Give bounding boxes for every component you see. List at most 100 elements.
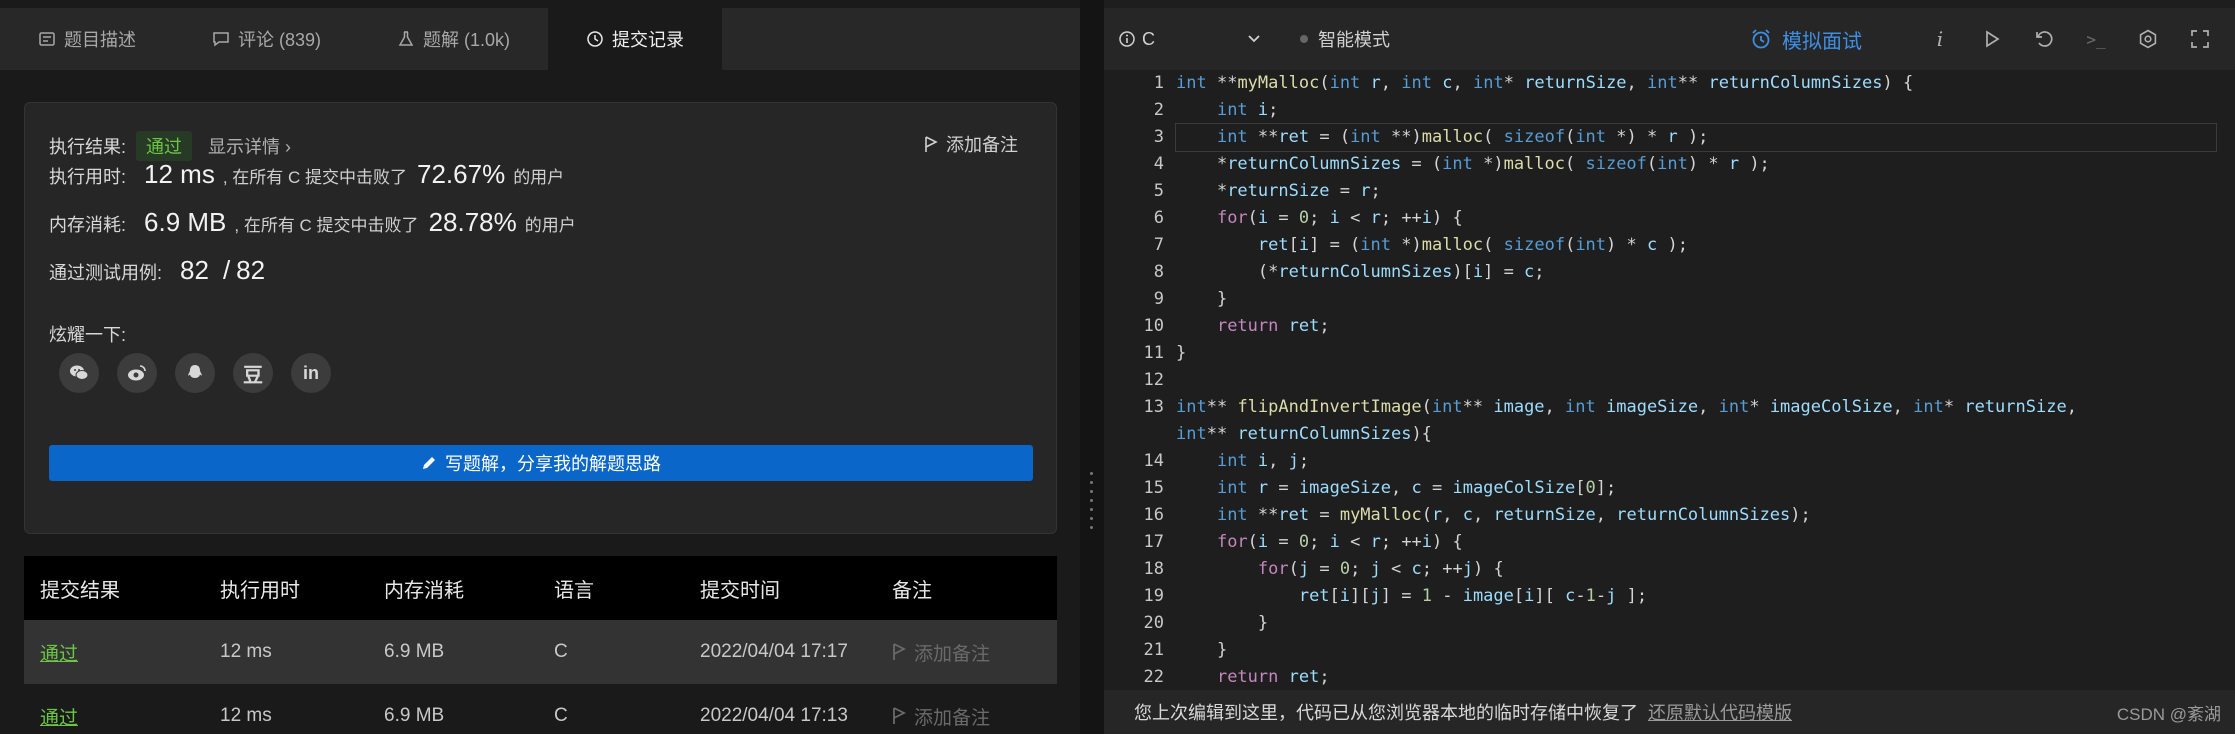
testcases-passed: 82 [180, 255, 209, 285]
code-line[interactable]: int i, j; [1176, 448, 2226, 475]
line-number: 8 [1153, 262, 1164, 282]
share-row-label: 炫耀一下: [49, 321, 126, 347]
info-circle-icon [1119, 31, 1135, 47]
col-language: 语言 [554, 579, 594, 602]
share-linkedin-button[interactable]: in [291, 353, 331, 393]
restore-default-link[interactable]: 还原默认代码模版 [1648, 699, 1792, 725]
col-memory: 内存消耗 [384, 579, 464, 602]
show-details-link[interactable]: 显示详情 › [208, 133, 291, 159]
line-number: 15 [1143, 478, 1164, 498]
panel-splitter[interactable] [1080, 0, 1104, 734]
share-weibo-button[interactable] [117, 353, 157, 393]
linkedin-icon: in [303, 362, 319, 383]
code-line[interactable]: (*returnColumnSizes)[i] = c; [1176, 259, 2226, 286]
line-number: 1 [1153, 73, 1164, 93]
fullscreen-icon [2191, 30, 2209, 48]
code-lines[interactable]: int **myMalloc(int r, int c, int* return… [1175, 70, 2226, 690]
console-icon: >_ [2086, 29, 2106, 49]
console-button[interactable]: >_ [2070, 8, 2122, 70]
flag-icon [893, 643, 906, 660]
table-row[interactable]: 通过 12 ms 6.9 MB C 2022/04/04 17:13 添加备注 [24, 684, 1057, 734]
description-icon [39, 32, 55, 46]
code-line[interactable]: int **myMalloc(int r, int c, int* return… [1176, 70, 2226, 97]
smart-mode-label: 智能模式 [1318, 30, 1390, 50]
row-language: C [554, 705, 568, 726]
row-add-note-button[interactable]: 添加备注 [892, 703, 1057, 730]
result-link[interactable]: 通过 [40, 644, 78, 665]
testcases-total: 82 [236, 255, 266, 285]
row-note-label: 添加备注 [914, 707, 991, 729]
row-runtime: 12 ms [220, 705, 272, 726]
code-line[interactable]: for(j = 0; j < c; ++j) { [1176, 556, 2226, 583]
left-panel: 题目描述 评论 (839) 题解 (1.0k) 提交记录 执行结果: 通过 显示… [0, 0, 1080, 734]
editor-panel: C 智能模式 模拟面试 i >_ 1 2 3 4 5 6 7 8 9 10 11 12 13 14 15 16… [1104, 0, 2235, 734]
chevron-right-icon: › [285, 137, 292, 157]
code-line[interactable]: *returnColumnSizes = (int *)malloc( size… [1176, 151, 2226, 178]
runtime-label: 执行用时: [49, 167, 127, 187]
code-line[interactable]: ret[i] = (int *)malloc( sizeof(int) * c … [1176, 232, 2226, 259]
code-line[interactable] [1176, 367, 2226, 394]
line-number [1104, 421, 1164, 448]
code-line[interactable]: } [1176, 286, 2226, 313]
add-note-button[interactable]: 添加备注 [924, 131, 1018, 157]
info-icon: i [1936, 27, 1944, 51]
row-add-note-button[interactable]: 添加备注 [892, 639, 1057, 666]
code-editor[interactable]: 1 2 3 4 5 6 7 8 9 10 11 12 13 14 15 16 17 18 19 20 21 22 int … [1104, 70, 2235, 690]
code-line[interactable]: } [1176, 340, 2226, 367]
code-line[interactable]: return ret; [1176, 664, 2226, 690]
code-line[interactable]: for(i = 0; i < r; ++i) { [1176, 529, 2226, 556]
memory-percentile: 28.78% [428, 207, 517, 237]
tab-submissions[interactable]: 提交记录 [548, 8, 723, 70]
code-line[interactable]: *returnSize = r; [1176, 178, 2226, 205]
language-value: C [1142, 28, 1155, 49]
settings-button[interactable] [2122, 8, 2174, 70]
write-solution-button[interactable]: 写题解，分享我的解题思路 [49, 445, 1033, 481]
share-douban-button[interactable]: 豆 [233, 353, 273, 393]
code-line[interactable]: int i; [1176, 97, 2226, 124]
result-status-badge: 通过 [136, 131, 193, 161]
runtime-desc: , 在所有 C 提交中击败了 [222, 168, 407, 187]
tab-solutions[interactable]: 题解 (1.0k) [359, 8, 548, 70]
chevron-down-icon[interactable] [1246, 30, 1262, 46]
code-line[interactable]: int **ret = myMalloc(r, c, returnSize, r… [1176, 502, 2226, 529]
code-line[interactable]: } [1176, 610, 2226, 637]
tab-label: 题解 (1.0k) [423, 30, 511, 50]
share-wechat-button[interactable] [59, 353, 99, 393]
tab-label: 评论 (839) [238, 30, 322, 50]
reset-button[interactable] [2018, 8, 2070, 70]
fullscreen-button[interactable] [2174, 8, 2226, 70]
line-number: 4 [1153, 154, 1164, 174]
mock-interview-button[interactable]: 模拟面试 [1750, 8, 1862, 70]
add-note-label: 添加备注 [946, 135, 1018, 155]
line-number: 20 [1143, 613, 1164, 633]
code-line[interactable]: ret[i][j] = 1 - image[i][ c-1-j ]; [1176, 583, 2226, 610]
tab-description[interactable]: 题目描述 [0, 8, 174, 70]
info-button[interactable]: i [1914, 8, 1966, 70]
memory-value: 6.9 MB [144, 207, 227, 237]
share-qq-button[interactable] [175, 353, 215, 393]
code-line[interactable]: int **ret = (int **)malloc( sizeof(int *… [1175, 123, 2217, 152]
settings-icon [2139, 29, 2157, 49]
line-number: 9 [1153, 289, 1164, 309]
tab-comments[interactable]: 评论 (839) [174, 8, 359, 70]
run-button[interactable] [1966, 8, 2018, 70]
code-line[interactable]: return ret; [1176, 313, 2226, 340]
code-line[interactable]: int** flipAndInvertImage(int** image, in… [1176, 394, 2226, 421]
result-link[interactable]: 通过 [40, 708, 78, 729]
line-number: 5 [1153, 181, 1164, 201]
line-number: 21 [1143, 640, 1164, 660]
share-label: 炫耀一下: [49, 325, 127, 345]
code-line[interactable]: for(i = 0; i < r; ++i) { [1176, 205, 2226, 232]
status-dot-icon [1300, 35, 1308, 43]
row-submit-time: 2022/04/04 17:17 [700, 641, 848, 662]
smart-mode-toggle[interactable]: 智能模式 [1300, 8, 1390, 70]
code-line[interactable]: int** returnColumnSizes){ [1176, 421, 2226, 448]
testcases-row: 通过测试用例: 82 / 82 [49, 255, 265, 286]
memory-suffix: 的用户 [524, 216, 576, 235]
table-row[interactable]: 通过 12 ms 6.9 MB C 2022/04/04 17:17 添加备注 [24, 620, 1057, 684]
code-line[interactable]: } [1176, 637, 2226, 664]
line-number: 22 [1143, 667, 1164, 687]
language-select[interactable]: C [1118, 8, 1155, 70]
code-line[interactable]: int r = imageSize, c = imageColSize[0]; [1176, 475, 2226, 502]
alarm-clock-icon [1752, 29, 1770, 49]
